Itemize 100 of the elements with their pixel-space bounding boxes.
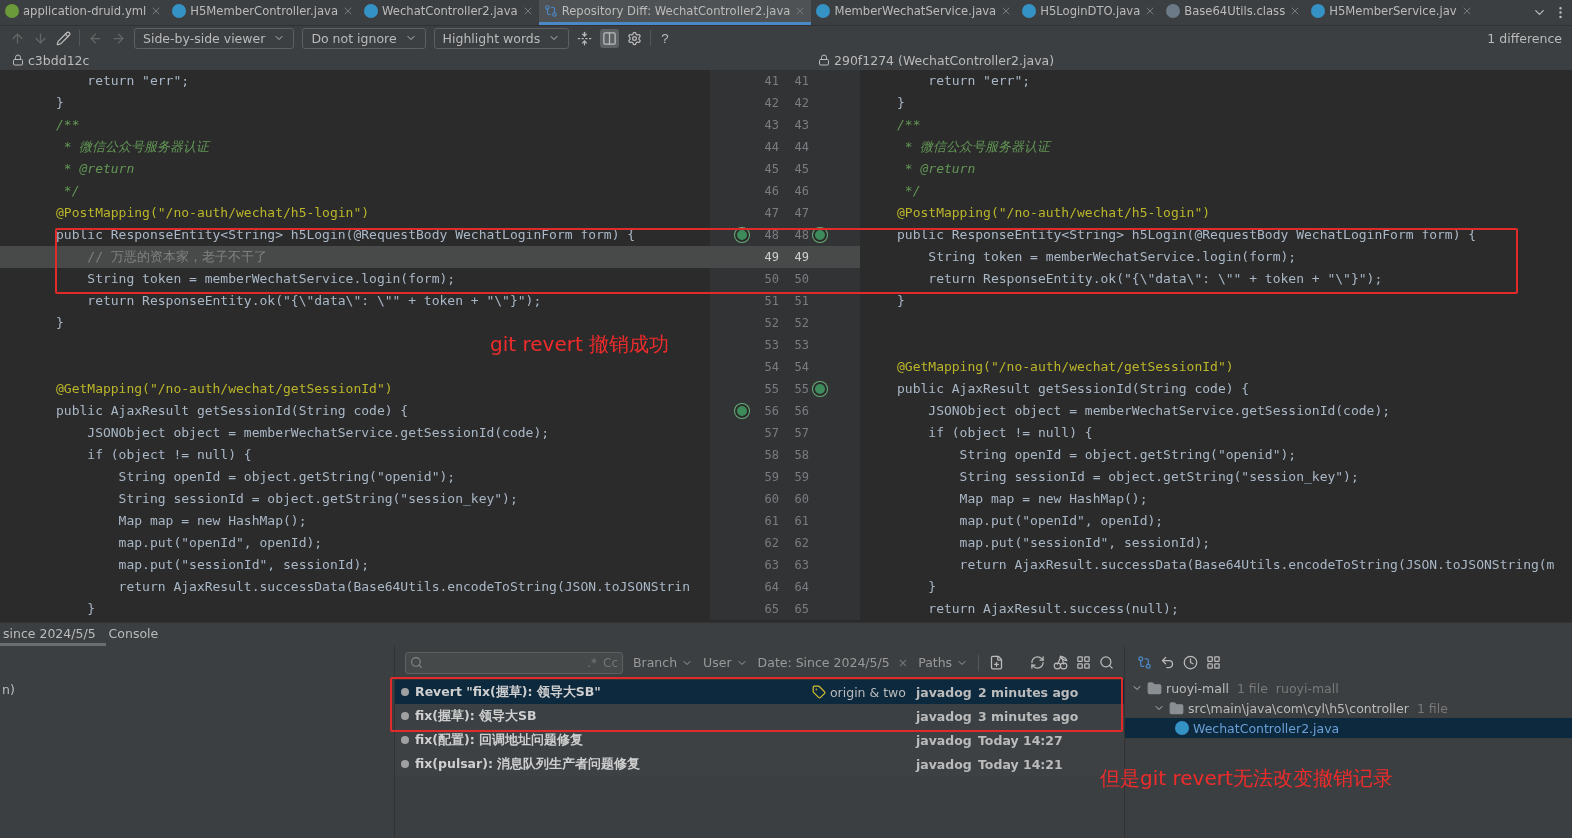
- code-line: * @return: [903, 160, 977, 178]
- code-line: if (object != null) {: [927, 424, 1094, 442]
- editor-tab[interactable]: MemberWechatService.java: [811, 0, 1018, 25]
- grid-icon[interactable]: [1206, 654, 1221, 670]
- clock-icon[interactable]: [1183, 654, 1198, 670]
- line-number: 56: [793, 404, 810, 418]
- code-line: Map map = new HashMap();: [117, 512, 308, 530]
- add-file-icon[interactable]: [989, 655, 1005, 670]
- code-line: */: [62, 182, 81, 200]
- file-type-icon: [1311, 4, 1326, 18]
- tree-item-name: src\main\java\com\cyl\h5\controller: [1188, 700, 1409, 716]
- tree-item[interactable]: WechatController2.java: [1125, 718, 1572, 738]
- line-number: 47: [793, 206, 810, 220]
- line-number: 41: [793, 74, 810, 88]
- date-filter[interactable]: Date: Since 2024/5/5 ×: [757, 655, 909, 670]
- line-number: 49: [763, 250, 780, 264]
- editor-tab[interactable]: application-druid.yml: [0, 0, 168, 25]
- editor-tab[interactable]: Repository Diff: WechatController2.java: [538, 0, 812, 25]
- line-number: 58: [793, 448, 810, 462]
- line-number: 42: [793, 96, 810, 110]
- line-number: 59: [763, 470, 780, 484]
- user-filter[interactable]: User: [703, 655, 748, 670]
- editor-tab[interactable]: H5MemberController.java: [167, 0, 359, 25]
- line-number: 48: [793, 228, 810, 242]
- editor-tab[interactable]: H5MemberService.jav: [1306, 0, 1478, 25]
- code-line: String openId = object.getString("openid");: [958, 446, 1298, 464]
- columns-button[interactable]: [600, 28, 620, 48]
- search-icon[interactable]: [1099, 655, 1114, 670]
- line-number: 65: [763, 602, 780, 616]
- line-number: 50: [793, 272, 810, 286]
- collapse-icon[interactable]: [577, 30, 593, 46]
- diff-icon[interactable]: [1137, 654, 1152, 670]
- file-type-icon: [1166, 4, 1181, 18]
- code-line: @PostMapping("/no-auth/wechat/h5-login"): [55, 204, 371, 222]
- commit-row[interactable]: Revert "fix(握草): 领导大SB" origin & two javadog 2 minutes ago: [395, 680, 1124, 704]
- tree-item-name: ruoyi-mall: [1166, 680, 1229, 696]
- viewer-dropdown[interactable]: Do not ignore: [302, 27, 426, 49]
- code-line: }: [896, 94, 906, 112]
- code-line: return ResponseEntity.ok("{\"data\": \"" + token + "\"}");: [86, 292, 543, 310]
- change-marker-icon[interactable]: [735, 404, 749, 418]
- commit-author: javadog: [916, 708, 973, 724]
- revision-label: 290f1274 (WechatController2.java): [834, 52, 1055, 68]
- pencil-icon[interactable]: [56, 30, 71, 46]
- code-line: map.put("openId", openId);: [117, 534, 324, 552]
- editor-tab[interactable]: WechatController2.java: [359, 0, 539, 25]
- line-number: 45: [793, 162, 810, 176]
- code-line: if (object != null) {: [86, 446, 253, 464]
- line-number: 61: [763, 514, 780, 528]
- code-line: }: [927, 578, 938, 596]
- tab-label: H5MemberController.java: [190, 4, 338, 18]
- tree-item[interactable]: src\main\java\com\cyl\h5\controller 1 file: [1125, 698, 1572, 718]
- paths-filter[interactable]: Paths: [918, 655, 969, 670]
- branch-filter[interactable]: Branch: [633, 655, 694, 670]
- code-line: }: [896, 292, 906, 310]
- cherry-icon[interactable]: [1053, 655, 1068, 670]
- code-line: }: [55, 94, 65, 112]
- line-number: 53: [793, 338, 810, 352]
- tab-label: Repository Diff: WechatController2.java: [561, 4, 791, 18]
- file-type-icon: [816, 4, 831, 18]
- line-number: 54: [793, 360, 810, 374]
- refresh-icon[interactable]: [1030, 655, 1045, 670]
- viewer-dropdown[interactable]: Side-by-side viewer: [134, 27, 295, 49]
- code-line: return AjaxResult.successData(Base64Utils.encodeToString(JSON.toJSONStrin: [117, 578, 691, 596]
- viewer-dropdown[interactable]: Highlight words: [433, 27, 570, 49]
- branch-label: origin & two: [829, 684, 906, 700]
- file-count: 1 file: [1416, 700, 1448, 716]
- line-number: 49: [793, 250, 810, 264]
- commit-message: fix(配置): 回调地址问题修复: [415, 731, 585, 749]
- commit-message: Revert "fix(握草): 领导大SB": [415, 683, 602, 701]
- editor-tab[interactable]: Base64Utils.class: [1161, 0, 1307, 25]
- line-number: 43: [763, 118, 780, 132]
- graph-node-icon: [401, 760, 409, 768]
- help-button[interactable]: ?: [659, 28, 671, 48]
- change-marker-icon[interactable]: [813, 382, 827, 396]
- lock-icon: [12, 54, 24, 66]
- code-line: @GetMapping("/no-auth/wechat/getSessionId"): [55, 380, 394, 398]
- search-icon: [410, 656, 423, 669]
- line-number: 42: [763, 96, 780, 110]
- line-number: 58: [763, 448, 780, 462]
- code-line: * 微信公众号服务器认证: [903, 138, 1053, 156]
- line-number: 55: [793, 382, 810, 396]
- settings-icon[interactable]: [627, 30, 643, 46]
- editor-tab[interactable]: H5LoginDTO.java: [1017, 0, 1162, 25]
- line-number: 63: [793, 558, 810, 572]
- line-number: 57: [793, 426, 810, 440]
- code-line: return "err";: [927, 72, 1032, 90]
- commit-author: javadog: [916, 732, 973, 748]
- grid-icon[interactable]: [1076, 655, 1091, 670]
- close-icon[interactable]: [342, 5, 354, 17]
- code-line: JSONObject object = memberWechatService.getSessionId(code);: [927, 402, 1392, 420]
- tool-window-tab[interactable]: Console: [105, 623, 169, 646]
- columns-icon: [602, 30, 618, 46]
- undo-icon[interactable]: [1160, 654, 1175, 670]
- code-line: /**: [55, 116, 81, 134]
- line-number: 51: [793, 294, 810, 308]
- folder-icon: [1169, 700, 1184, 716]
- line-number: 61: [793, 514, 810, 528]
- tree-item[interactable]: ruoyi-mall 1 file ruoyi-mall: [1125, 678, 1572, 698]
- line-number: 56: [763, 404, 780, 418]
- code-line: return AjaxResult.success(null);: [927, 600, 1180, 618]
